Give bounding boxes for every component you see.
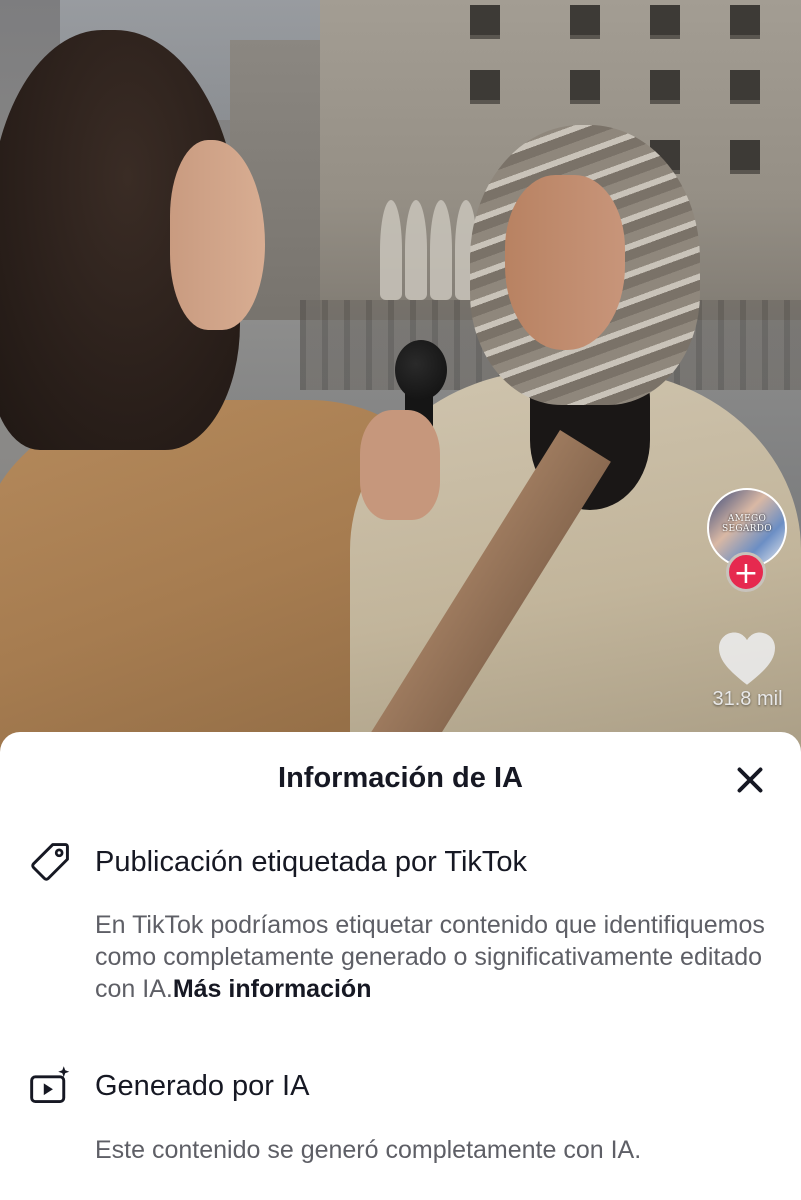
more-info-link[interactable]: Más información [173,975,372,1003]
ai-video-icon [30,1066,70,1104]
tag-icon [31,843,69,881]
tagged-section-title: Publicación etiquetada por TikTok [95,846,528,878]
like-heart-icon[interactable] [716,630,778,686]
avatar-text: AMEGO SEGARDO [722,514,772,534]
sheet-title: Información de IA [278,762,523,794]
follow-button[interactable]: + [726,552,766,592]
interviewer-hand [360,410,440,520]
video-player[interactable] [0,0,801,760]
ai-generated-section-description: Este contenido se generó completamente c… [95,1136,642,1164]
microphone [395,340,447,400]
close-icon[interactable] [732,762,768,798]
like-count: 31.8 mil [712,688,783,710]
tagged-section-description: En TikTok podríamos etiquetar contenido … [95,909,775,1005]
ai-generated-section-title: Generado por IA [95,1070,310,1102]
interviewee-face [505,175,625,350]
ai-info-sheet: Información de IA Publicación etiquetada… [0,732,801,1200]
